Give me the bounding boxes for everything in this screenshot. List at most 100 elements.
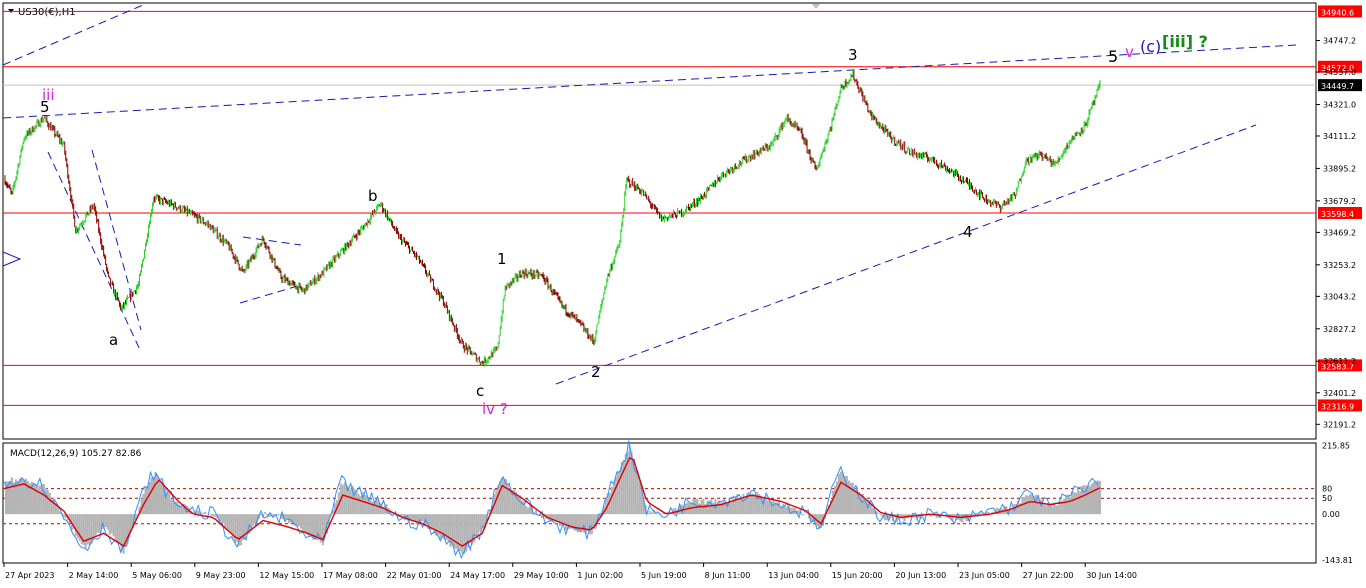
macd-histogram-bar <box>1083 485 1086 515</box>
macd-histogram-bar <box>297 514 300 527</box>
macd-histogram-bar <box>110 514 113 534</box>
time-tick-label: 12 May 15:00 <box>259 571 314 580</box>
time-tick-label: 27 Jun 22:00 <box>1023 571 1074 580</box>
symbol-header[interactable]: US30(€),H1 <box>8 7 76 18</box>
macd-histogram-bar <box>74 514 77 536</box>
macd-histogram-bar <box>833 485 836 515</box>
macd-histogram-bar <box>230 514 233 534</box>
macd-histogram-bar <box>802 514 805 516</box>
macd-histogram-bar <box>806 513 809 515</box>
macd-histogram-bar <box>469 514 472 544</box>
macd-histogram-bar <box>586 514 589 531</box>
macd-histogram-bar <box>421 514 424 522</box>
time-tick-label: 13 Jun 04:00 <box>768 571 819 580</box>
macd-histogram-bar <box>479 514 482 532</box>
macd-histogram-bar <box>527 507 530 515</box>
macd-histogram-bar <box>148 481 151 515</box>
time-tick-label: 9 May 23:00 <box>196 571 246 580</box>
macd-histogram-bar <box>1031 494 1034 515</box>
macd-histogram-bar <box>750 493 753 515</box>
macd-histogram-bar <box>754 495 757 515</box>
macd-histogram-bar <box>214 514 217 517</box>
horizontal-levels[interactable]: 34940.634572.033598.432583.732316.934449… <box>3 5 1362 412</box>
macd-histogram-bar <box>837 474 840 515</box>
macd-histogram-bar <box>509 489 512 515</box>
time-tick-label: 15 Jun 20:00 <box>832 571 883 580</box>
macd-histogram-bar <box>564 514 567 531</box>
macd-histogram-bar <box>616 471 619 515</box>
time-tick-label: 24 May 17:00 <box>450 571 505 580</box>
macd-histogram-bar <box>831 490 834 515</box>
trendline[interactable] <box>91 149 142 331</box>
macd-histogram-bar <box>76 514 79 539</box>
macd-histogram-bar <box>104 514 107 528</box>
macd-histogram-bar <box>1011 509 1014 515</box>
trendline[interactable] <box>47 151 142 353</box>
level-price-label: 34940.6 <box>1321 8 1354 17</box>
macd-histogram-bar <box>1065 495 1068 515</box>
time-tick-label: 30 Jun 14:00 <box>1086 571 1137 580</box>
macd-histogram-bar <box>1045 505 1048 515</box>
macd-pane-frame <box>2 442 1317 564</box>
level-price-label: 33598.4 <box>1321 210 1354 219</box>
macd-histogram-bar <box>363 494 366 515</box>
wave-label: 5 <box>1108 47 1118 66</box>
time-tick-label: 1 Jun 02:00 <box>577 571 623 580</box>
macd-histogram-bar <box>1091 483 1094 515</box>
price-tick-label: 33253.2 <box>1323 261 1356 270</box>
macd-histogram-bar <box>614 476 617 515</box>
macd-histogram-bar <box>48 492 51 515</box>
macd-histogram-bar <box>84 514 87 549</box>
macd-histogram-bar <box>8 481 11 515</box>
macd-histogram-bar <box>1079 491 1082 515</box>
macd-histogram-bar <box>116 514 119 542</box>
macd-histogram-bar <box>90 514 93 544</box>
macd-tick-label: 0.00 <box>1322 510 1340 519</box>
macd-histogram-bar <box>220 514 223 521</box>
macd-histogram-bar <box>365 495 368 515</box>
macd-histogram-bar <box>558 514 561 527</box>
macd-histogram-bar <box>160 483 163 515</box>
macd-histogram-bar <box>499 481 502 515</box>
trendline[interactable] <box>239 284 302 304</box>
macd-histogram-bar <box>36 485 39 515</box>
level-price-label: 32316.9 <box>1321 402 1354 411</box>
macd-histogram-bar <box>879 514 882 516</box>
trendlines[interactable] <box>2 4 1297 385</box>
macd-histogram-bar <box>176 501 179 515</box>
trendline[interactable] <box>555 124 1257 385</box>
macd-histogram-bar <box>347 487 350 515</box>
macd-histogram-bar <box>660 514 663 515</box>
price-chart[interactable]: US30(€),H1 MACD(12,26,9) 105.27 82.86 34… <box>0 0 1366 588</box>
macd-histogram-bar <box>845 476 848 515</box>
macd-histogram-bar <box>1043 503 1046 515</box>
macd-histogram-bar <box>877 513 880 515</box>
macd-histogram-bar <box>34 484 37 515</box>
wave-label: (c) <box>1140 37 1161 56</box>
macd-histogram-bar <box>252 514 255 527</box>
wave-label: [iii] ? <box>1162 32 1208 51</box>
shift-marker-icon[interactable] <box>812 4 820 9</box>
trendline[interactable] <box>2 44 1297 119</box>
macd-histogram-bar <box>415 514 418 525</box>
macd-histogram-bar <box>734 499 737 515</box>
macd-histogram-bar <box>1053 504 1056 515</box>
macd-histogram-bar <box>1023 496 1026 515</box>
macd-axis[interactable]: 215.85 8050 0.00 -143.81 <box>1322 441 1353 565</box>
macd-histogram-bar <box>226 514 229 530</box>
macd-histogram-bar <box>343 482 346 515</box>
macd-histogram-bar <box>712 502 715 515</box>
macd-histogram-bar <box>624 453 627 515</box>
macd-histogram-bar <box>1097 480 1100 515</box>
wave-label: 1 <box>497 250 507 268</box>
time-tick-label: 27 Apr 2023 <box>5 571 54 580</box>
macd-histogram-bar <box>475 514 478 536</box>
macd-histogram-bar <box>859 494 862 515</box>
time-tick-label: 17 May 08:00 <box>323 571 378 580</box>
time-tick-label: 2 May 14:00 <box>69 571 119 580</box>
macd-histogram-bar <box>32 483 35 515</box>
macd-histogram-bar <box>1089 485 1092 515</box>
time-axis[interactable]: 27 Apr 2023 2 May 14:00 5 May 06:00 9 May 2… <box>3 563 1137 580</box>
macd-histogram-bar <box>38 485 41 515</box>
trendline[interactable] <box>242 236 302 246</box>
